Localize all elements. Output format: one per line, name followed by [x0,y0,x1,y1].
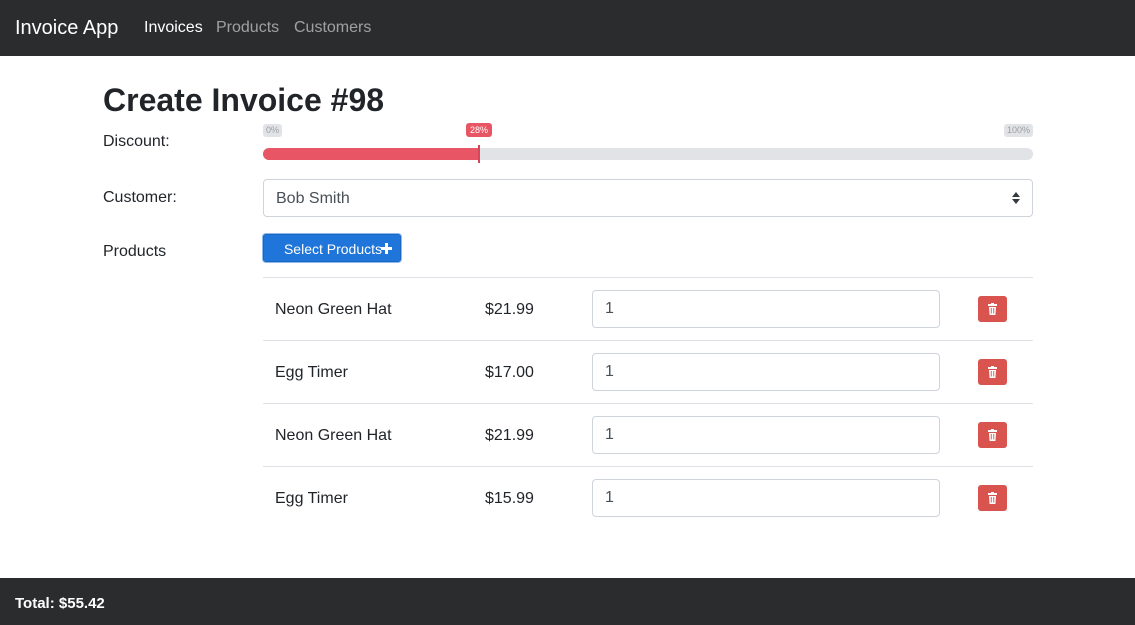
product-name: Egg Timer [275,364,348,381]
product-name: Egg Timer [275,490,348,507]
slider-track[interactable] [263,148,1033,160]
delete-product-button[interactable] [978,422,1007,448]
nav-link-products[interactable]: Products [216,18,279,38]
nav-link-invoices[interactable]: Invoices [144,18,203,38]
page-title: Create Invoice #98 [103,82,385,118]
invoice-total: Total: $55.42 [15,595,105,612]
quantity-input[interactable] [592,479,940,517]
nav-link-customers[interactable]: Customers [294,18,371,38]
customer-select[interactable]: Bob Smith [263,179,1033,217]
slider-max-label: 100% [1003,124,1033,137]
products-label: Products [103,243,167,260]
slider-fill [263,148,479,160]
quantity-input[interactable] [592,290,940,328]
product-table: Neon Green Hat $21.99 Egg Timer $17.00 [263,277,1033,530]
product-row: Egg Timer $15.99 [263,467,1033,530]
product-row: Egg Timer $17.00 [263,341,1033,404]
trash-icon [988,429,997,441]
product-price: $21.99 [485,301,534,318]
delete-product-button[interactable] [978,359,1007,385]
quantity-input[interactable] [592,416,940,454]
discount-label: Discount: [103,133,170,150]
product-price: $15.99 [485,490,534,507]
product-name: Neon Green Hat [275,301,392,318]
customer-label: Customer: [103,189,177,206]
product-row: Neon Green Hat $21.99 [263,404,1033,467]
slider-min-label: 0% [263,124,283,137]
select-products-button[interactable]: Select Products [263,234,401,262]
customer-select-value: Bob Smith [276,190,350,207]
trash-icon [988,366,997,378]
app-brand[interactable]: Invoice App [15,15,118,41]
select-products-label: Select Products [283,241,383,257]
quantity-input[interactable] [592,353,940,391]
slider-value-bubble: 28% [465,123,493,137]
trash-icon [988,492,997,504]
product-row: Neon Green Hat $21.99 [263,278,1033,341]
product-price: $17.00 [485,364,534,381]
slider-handle[interactable] [478,145,480,163]
delete-product-button[interactable] [978,485,1007,511]
footer-bar: Total: $55.42 [0,578,1135,625]
select-arrows-icon [1012,192,1020,204]
plus-icon [381,243,392,254]
product-name: Neon Green Hat [275,427,392,444]
discount-slider[interactable]: 0% 100% 28% [263,122,1033,164]
product-price: $21.99 [485,427,534,444]
trash-icon [988,303,997,315]
top-navbar: Invoice App Invoices Products Customers [0,0,1135,56]
delete-product-button[interactable] [978,296,1007,322]
